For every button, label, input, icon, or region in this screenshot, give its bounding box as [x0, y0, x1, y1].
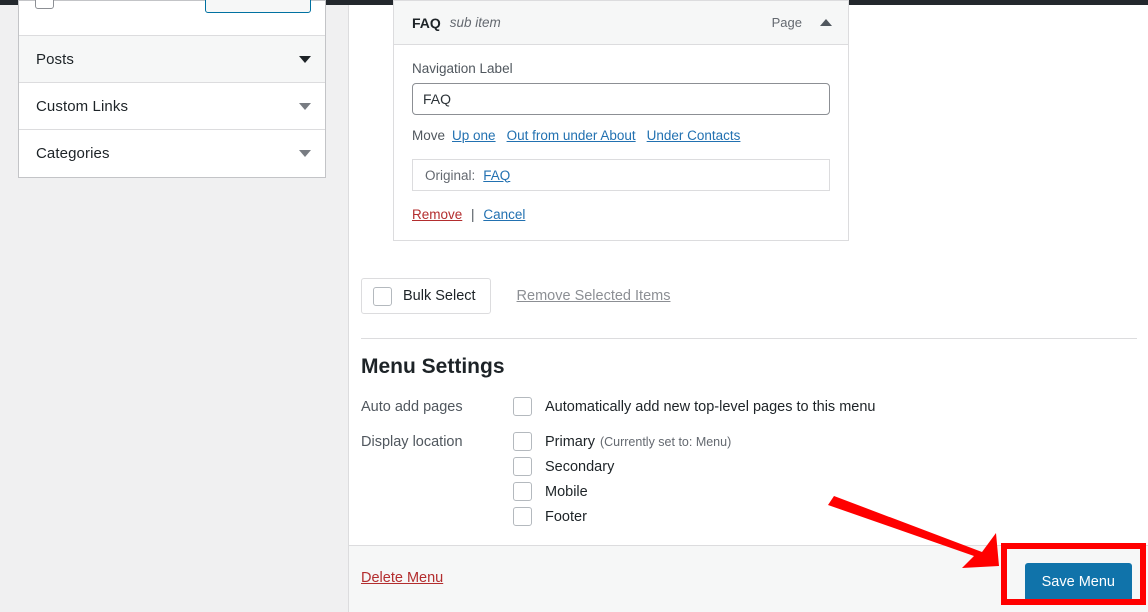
- menu-item-actions: Remove | Cancel: [412, 207, 830, 222]
- mobile-location-label: Mobile: [545, 483, 588, 500]
- move-label: Move: [412, 128, 446, 143]
- auto-add-pages-label: Auto add pages: [361, 399, 463, 415]
- menu-item-settings: Navigation Label Move Up one Out from un…: [394, 45, 848, 240]
- navigation-label-caption: Navigation Label: [412, 61, 513, 76]
- display-location-options: Primary (Currently set to: Menu) Seconda…: [513, 432, 1137, 526]
- wordpress-menu-editor-screen: Posts Custom Links Categories FAQ sub it…: [0, 0, 1148, 612]
- bulk-select-checkbox[interactable]: [373, 286, 392, 306]
- add-items-accordion: Posts Custom Links Categories: [18, 0, 326, 178]
- navigation-label-input[interactable]: [412, 83, 830, 115]
- remove-selected-items-link[interactable]: Remove Selected Items: [517, 288, 671, 304]
- action-separator: |: [471, 207, 475, 222]
- secondary-location-checkbox[interactable]: [513, 457, 532, 476]
- secondary-location-label: Secondary: [545, 458, 615, 475]
- display-location-option-footer[interactable]: Footer: [513, 507, 1137, 526]
- primary-location-checkbox[interactable]: [513, 432, 532, 451]
- move-out-from-under-link[interactable]: Out from under About: [507, 128, 636, 143]
- original-field: Original: FAQ: [412, 159, 830, 191]
- partial-checkbox[interactable]: [35, 0, 54, 9]
- display-location-label: Display location: [361, 434, 463, 450]
- bulk-actions-row: Bulk Select Remove Selected Items: [361, 278, 670, 314]
- delete-menu-link[interactable]: Delete Menu: [361, 570, 443, 586]
- save-menu-highlight-box: [1001, 543, 1146, 605]
- auto-add-pages-options: Automatically add new top-level pages to…: [513, 397, 1137, 416]
- display-location-option-mobile[interactable]: Mobile: [513, 482, 1137, 501]
- sidebar-panel-label: Categories: [36, 145, 110, 162]
- sidebar-panel-label: Posts: [36, 50, 75, 68]
- partial-add-to-menu-button[interactable]: [205, 0, 311, 13]
- primary-location-note: (Currently set to: Menu): [599, 434, 732, 449]
- display-location-option-primary[interactable]: Primary (Currently set to: Menu): [513, 432, 1137, 451]
- chevron-down-icon[interactable]: [299, 102, 311, 110]
- chevron-down-icon[interactable]: [299, 150, 311, 157]
- sidebar-panel-custom-links[interactable]: Custom Links: [19, 83, 325, 130]
- move-row: Move Up one Out from under About Under C…: [412, 128, 830, 143]
- auto-add-pages-option-label: Automatically add new top-level pages to…: [545, 398, 876, 415]
- bulk-select-toggle[interactable]: Bulk Select: [361, 278, 491, 314]
- footer-location-label: Footer: [545, 508, 587, 525]
- cancel-link[interactable]: Cancel: [483, 207, 525, 222]
- menu-item-type: Page: [771, 15, 802, 30]
- menu-item-title: FAQ: [412, 14, 441, 31]
- original-caption: Original:: [425, 167, 476, 183]
- section-divider: [361, 338, 1137, 339]
- menu-item-faq: FAQ sub item Page Navigation Label Move …: [393, 0, 849, 241]
- primary-location-label: Primary: [545, 433, 595, 450]
- add-menu-items-column: Posts Custom Links Categories: [0, 0, 340, 612]
- menu-item-header[interactable]: FAQ sub item Page: [394, 1, 848, 45]
- menu-item-subtitle: sub item: [449, 15, 501, 30]
- move-up-one-link[interactable]: Up one: [452, 128, 496, 143]
- menu-settings-section: Menu Settings Auto add pages Automatical…: [361, 355, 1137, 542]
- original-page-link[interactable]: FAQ: [483, 168, 510, 183]
- accordion-panel-partial: [19, 0, 325, 36]
- display-location-option-secondary[interactable]: Secondary: [513, 457, 1137, 476]
- auto-add-pages-row: Auto add pages Automatically add new top…: [361, 397, 1137, 416]
- remove-menu-item-link[interactable]: Remove: [412, 207, 462, 222]
- move-under-contacts-link[interactable]: Under Contacts: [647, 128, 741, 143]
- sidebar-panel-categories[interactable]: Categories: [19, 130, 325, 177]
- bulk-select-label: Bulk Select: [403, 288, 476, 304]
- auto-add-pages-option[interactable]: Automatically add new top-level pages to…: [513, 397, 1137, 416]
- footer-location-checkbox[interactable]: [513, 507, 532, 526]
- display-location-row: Display location Primary (Currently set …: [361, 432, 1137, 526]
- menu-structure-panel: FAQ sub item Page Navigation Label Move …: [348, 0, 1148, 612]
- auto-add-pages-checkbox[interactable]: [513, 397, 532, 416]
- chevron-down-icon[interactable]: [299, 55, 311, 63]
- mobile-location-checkbox[interactable]: [513, 482, 532, 501]
- chevron-up-icon[interactable]: [820, 19, 832, 26]
- menu-settings-heading: Menu Settings: [361, 355, 505, 378]
- sidebar-panel-posts[interactable]: Posts: [19, 36, 325, 83]
- sidebar-panel-label: Custom Links: [36, 97, 129, 115]
